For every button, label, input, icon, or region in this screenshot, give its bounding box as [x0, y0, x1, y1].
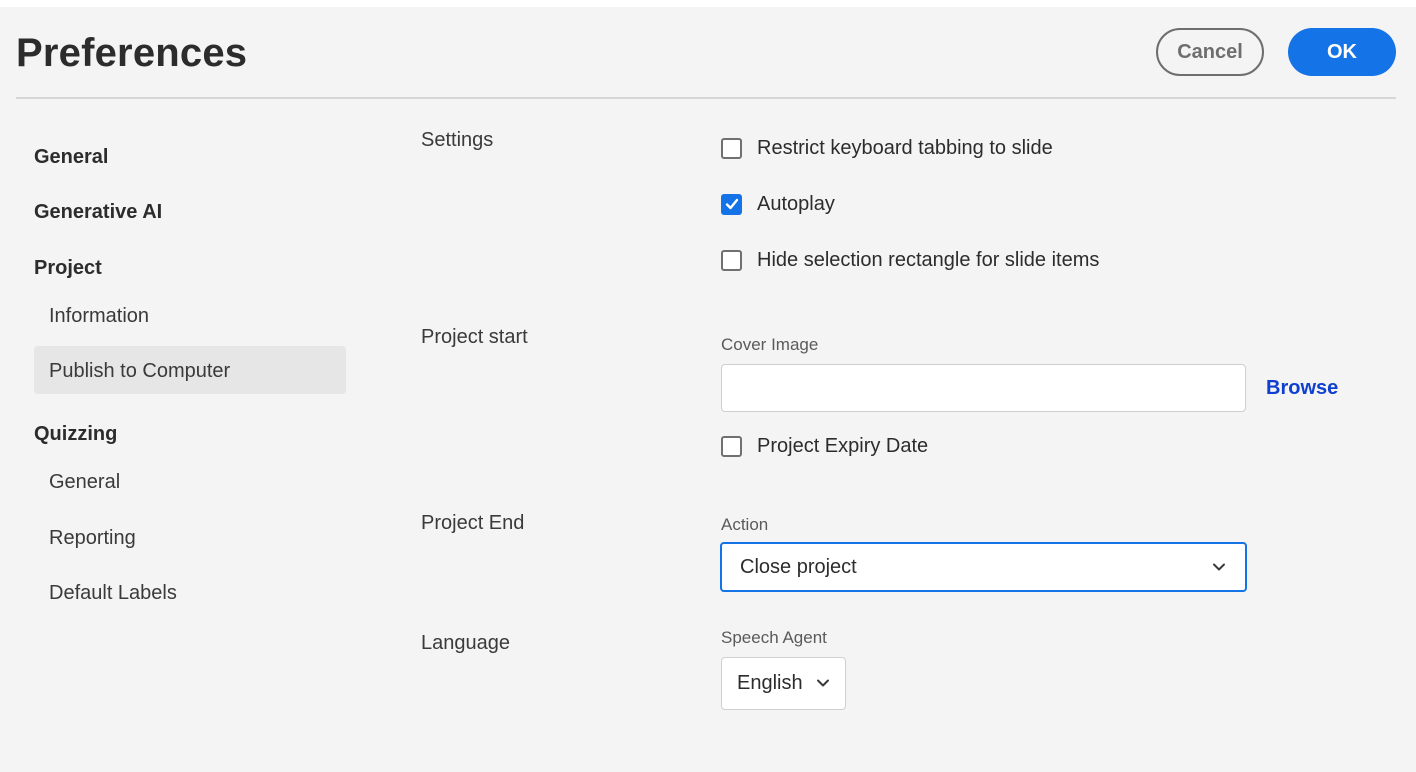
preferences-dialog: Preferences Cancel OK General Generative…: [0, 7, 1416, 772]
chevron-down-icon: [1211, 559, 1227, 575]
sidebar-item-information[interactable]: Information: [49, 305, 149, 328]
project-end-section-label: Project End: [421, 512, 525, 534]
hide-selection-checkbox[interactable]: [721, 249, 742, 271]
chevron-down-icon: [815, 675, 831, 691]
header-divider: [16, 97, 1396, 99]
project-expiry-label: Project Expiry Date: [757, 434, 929, 457]
sidebar-item-publish-to-computer[interactable]: Publish to Computer: [49, 360, 230, 383]
autoplay-checkbox[interactable]: [721, 193, 742, 215]
action-label: Action: [721, 515, 769, 534]
sidebar-item-general[interactable]: General: [34, 146, 108, 169]
restrict-tabbing-option[interactable]: Restrict keyboard tabbing to slide: [721, 136, 1053, 160]
hide-selection-label: Hide selection rectangle for slide items: [757, 248, 1100, 271]
action-dropdown-value: Close project: [740, 555, 857, 578]
autoplay-option[interactable]: Autoplay: [721, 192, 835, 216]
speech-agent-dropdown[interactable]: English: [721, 657, 846, 710]
ok-button[interactable]: OK: [1288, 28, 1396, 76]
speech-agent-value: English: [737, 672, 803, 694]
hide-selection-option[interactable]: Hide selection rectangle for slide items: [721, 248, 1099, 272]
sidebar-item-project[interactable]: Project: [34, 257, 102, 280]
action-dropdown[interactable]: Close project: [720, 542, 1247, 592]
sidebar-item-default-labels[interactable]: Default Labels: [49, 582, 177, 605]
sidebar-item-quizzing-general[interactable]: General: [49, 471, 120, 494]
autoplay-label: Autoplay: [757, 192, 835, 215]
project-expiry-checkbox[interactable]: [721, 435, 742, 457]
restrict-tabbing-checkbox[interactable]: [721, 137, 742, 159]
sidebar-item-reporting[interactable]: Reporting: [49, 527, 136, 550]
sidebar-item-generative-ai[interactable]: Generative AI: [34, 201, 162, 224]
browse-link[interactable]: Browse: [1266, 377, 1338, 400]
sidebar-item-quizzing[interactable]: Quizzing: [34, 423, 117, 446]
speech-agent-label: Speech Agent: [721, 628, 827, 647]
project-expiry-option[interactable]: Project Expiry Date: [721, 434, 928, 458]
cancel-button[interactable]: Cancel: [1156, 28, 1264, 76]
cover-image-label: Cover Image: [721, 335, 819, 354]
restrict-tabbing-label: Restrict keyboard tabbing to slide: [757, 136, 1053, 159]
settings-section-label: Settings: [421, 129, 494, 151]
language-section-label: Language: [421, 632, 510, 654]
cover-image-input[interactable]: [721, 364, 1246, 412]
checkmark-icon: [725, 198, 738, 210]
project-start-section-label: Project start: [421, 326, 528, 348]
dialog-title: Preferences: [16, 31, 248, 75]
